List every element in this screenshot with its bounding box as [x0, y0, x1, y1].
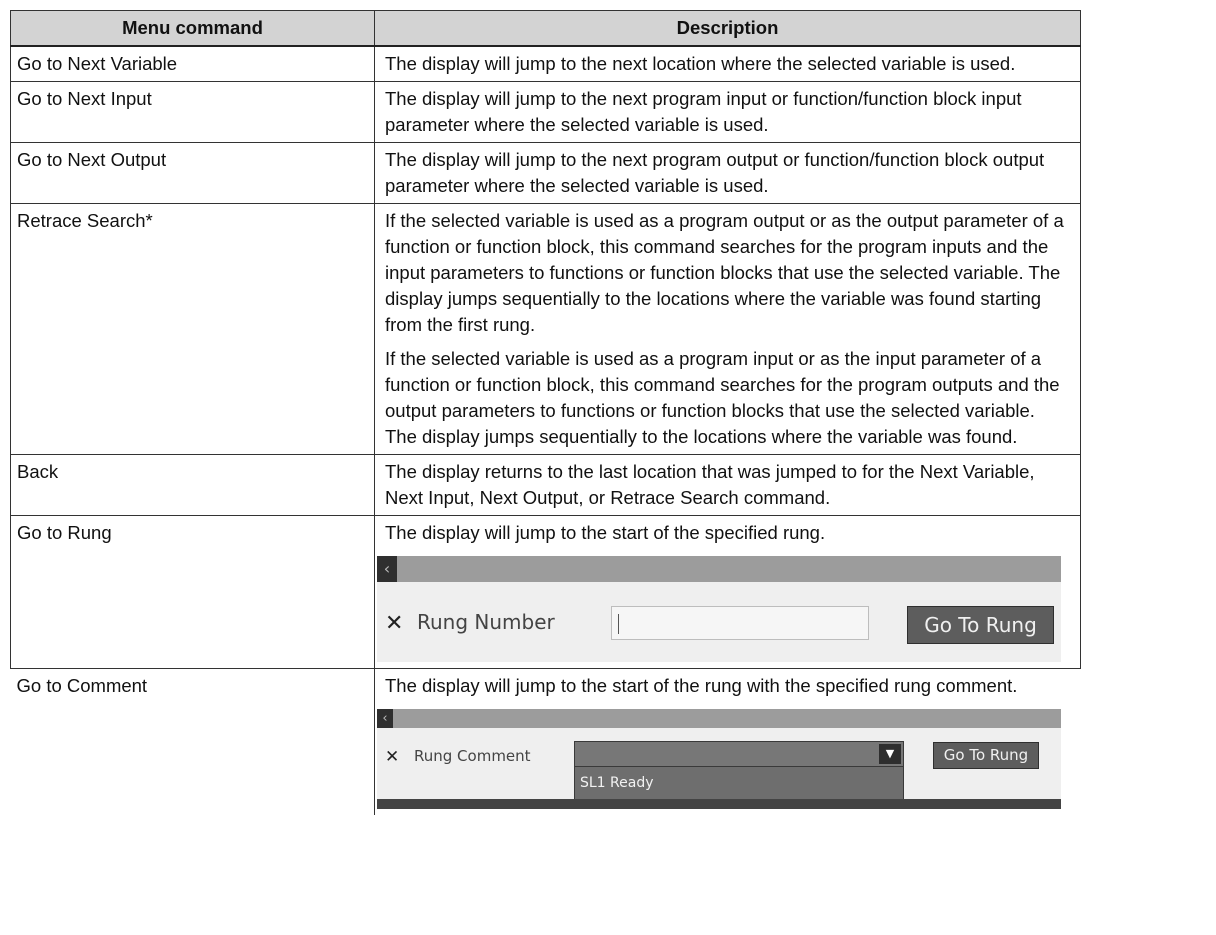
- command-cell: Back: [10, 454, 375, 516]
- dialog-bottom-band: [377, 799, 1061, 809]
- header-menu-command: Menu command: [10, 10, 375, 47]
- description-cell: The display returns to the last location…: [374, 454, 1081, 516]
- command-cell: Go to Rung: [10, 515, 375, 669]
- table-row: Retrace Search* If the selected variable…: [10, 203, 1081, 455]
- description-text: The display will jump to the start of th…: [385, 675, 1018, 696]
- command-cell: Go to Comment: [10, 668, 375, 815]
- command-cell: Retrace Search*: [10, 203, 375, 455]
- description-cell: The display will jump to the next locati…: [374, 45, 1081, 82]
- dialog-title-bar: ‹: [377, 556, 1061, 582]
- go-to-rung-button[interactable]: Go To Rung: [907, 606, 1054, 644]
- go-to-rung-dialog-screenshot: ‹ ✕ Rung Number Go To Rung: [377, 556, 1061, 662]
- description-cell: If the selected variable is used as a pr…: [374, 203, 1081, 455]
- table-row: Go to Next Variable The display will jum…: [10, 45, 1081, 82]
- description-cell: The display will jump to the next progra…: [374, 142, 1081, 204]
- description-text: The display will jump to the next progra…: [385, 149, 1045, 196]
- chevron-left-icon[interactable]: ‹: [377, 556, 397, 582]
- menu-command-table: Menu command Description Go to Next Vari…: [10, 10, 1081, 815]
- close-icon[interactable]: ✕: [385, 611, 403, 637]
- table-row: Go to Rung The display will jump to the …: [10, 515, 1081, 669]
- rung-number-input[interactable]: [611, 606, 869, 640]
- table-row: Go to Next Input The display will jump t…: [10, 81, 1081, 143]
- description-text: The display returns to the last location…: [385, 461, 1035, 508]
- command-cell: Go to Next Input: [10, 81, 375, 143]
- close-icon[interactable]: ✕: [385, 744, 399, 770]
- description-cell: The display will jump to the start of th…: [374, 515, 1081, 669]
- command-cell: Go to Next Variable: [10, 45, 375, 82]
- table-header-row: Menu command Description: [10, 10, 1081, 47]
- description-cell: The display will jump to the next progra…: [374, 81, 1081, 143]
- dropdown-option-sl1-ready[interactable]: SL1 Ready: [580, 770, 654, 796]
- description-text: If the selected variable is used as a pr…: [385, 348, 1060, 447]
- text-caret: [618, 614, 619, 634]
- triangle-down-icon[interactable]: ▼: [879, 744, 901, 764]
- rung-comment-combobox[interactable]: ▼: [574, 741, 904, 767]
- command-cell: Go to Next Output: [10, 142, 375, 204]
- description-text: The display will jump to the next progra…: [385, 88, 1022, 135]
- table-row: Back The display returns to the last loc…: [10, 454, 1081, 516]
- description-cell: The display will jump to the start of th…: [374, 668, 1081, 815]
- description-text: The display will jump to the next locati…: [385, 53, 1016, 74]
- rung-comment-label: Rung Comment: [414, 747, 531, 765]
- description-text: If the selected variable is used as a pr…: [385, 210, 1064, 335]
- go-to-comment-dialog-screenshot: ‹ ✕ Rung Comment ▼ SL1 Ready Go To Rung: [377, 709, 1061, 809]
- rung-number-label: Rung Number: [417, 610, 555, 634]
- header-description: Description: [374, 10, 1081, 47]
- go-to-rung-button[interactable]: Go To Rung: [933, 742, 1039, 769]
- dialog-title-bar: ‹: [377, 709, 1061, 728]
- rung-comment-dropdown-list: SL1 Ready: [574, 767, 904, 801]
- chevron-left-icon[interactable]: ‹: [377, 709, 393, 728]
- description-text: The display will jump to the start of th…: [385, 522, 826, 543]
- table-row: Go to Next Output The display will jump …: [10, 142, 1081, 204]
- table-row: Go to Comment The display will jump to t…: [10, 668, 1081, 815]
